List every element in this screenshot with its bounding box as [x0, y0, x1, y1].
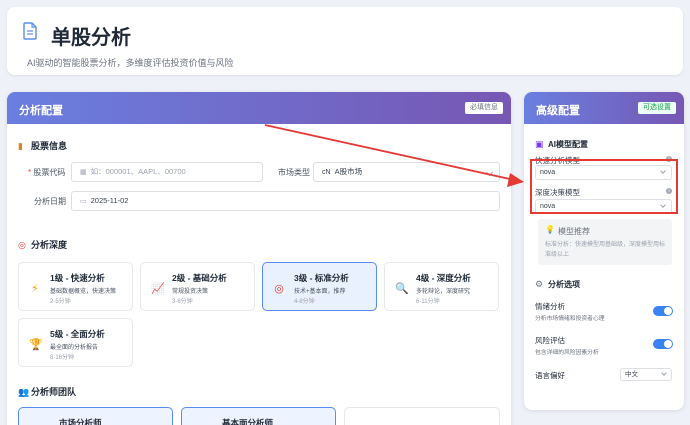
model-recommendation-title: 模型推荐 [558, 227, 590, 236]
gear-icon: ⚙ [535, 279, 544, 289]
annotation-highlight-box [530, 159, 678, 214]
depth-card-level-1[interactable]: ⚡ 1级 - 快速分析 基础数据概览，快速决策 2-5分钟 [18, 262, 133, 311]
chevron-down-icon [485, 168, 494, 177]
depth-card-time: 6-11分钟 [416, 299, 440, 305]
advanced-config-header: 高级配置 可选设置 [524, 92, 684, 124]
ai-model-section-label: AI模型配置 [548, 140, 588, 149]
robot-icon: ▣ [535, 139, 544, 149]
page-subtitle: AI驱动的智能股票分析，多维度评估投资价值与风险 [27, 58, 234, 68]
analysis-config-header: 分析配置 必填信息 [7, 92, 511, 124]
market-type-value: A股市场 [334, 167, 363, 176]
stock-info-label: 股票信息 [31, 141, 68, 151]
depth-card-title: 5级 - 全面分析 [50, 329, 105, 339]
ai-model-section-title: ▣ AI模型配置 [535, 139, 588, 150]
team-card-title: 市场分析师 [59, 418, 102, 425]
options-section-label: 分析选项 [548, 280, 580, 289]
bar-chart-icon: ▮ [18, 141, 23, 151]
depth-card-desc: 最全面的分析报告 [50, 345, 99, 351]
advanced-config-title: 高级配置 [536, 105, 580, 117]
page-header: 单股分析 AI驱动的智能股票分析，多维度评估投资价值与风险 [7, 7, 683, 75]
sentiment-toggle[interactable] [653, 306, 673, 316]
language-label: 语言偏好 [535, 371, 565, 380]
chart-icon: 📈 [151, 283, 165, 295]
analysis-config-title: 分析配置 [19, 105, 63, 117]
lightning-icon: ⚡ [31, 283, 39, 295]
trophy-icon: 🏆 [29, 339, 43, 351]
lightbulb-icon: 💡 [545, 225, 555, 234]
page-title: 单股分析 [51, 27, 131, 49]
stock-info-section-title: ▮ 股票信息 [18, 139, 67, 152]
target-icon: ◎ [18, 240, 26, 250]
depth-card-desc: 常规投资决策 [172, 289, 209, 295]
analysis-date-value: 2025-11-02 [90, 196, 129, 205]
risk-title: 风险评估 [535, 336, 565, 345]
depth-card-title: 3级 - 标准分析 [294, 273, 349, 283]
team-section-label: 分析师团队 [31, 387, 77, 397]
target-icon: ◎ [274, 283, 284, 295]
stock-code-label-text: 股票代码 [33, 168, 66, 177]
team-card-title: 基本面分析师 [222, 418, 274, 425]
team-card-fundamental[interactable]: 基本面分析师 [181, 407, 336, 425]
toggle-knob [664, 340, 672, 348]
depth-card-desc: 基础数据概览，快速决策 [50, 289, 117, 295]
model-recommendation-box: 💡 模型推荐 标准分析：快速模型用基础级，深度模型用标准级以上 [538, 219, 672, 265]
language-value: 中文 [625, 371, 638, 378]
depth-card-level-2[interactable]: 📈 2级 - 基础分析 常规投资决策 3-6分钟 [140, 262, 255, 311]
depth-card-title: 4级 - 深度分析 [416, 273, 471, 283]
analysis-config-panel: 分析配置 必填信息 ▮ 股票信息 * 股票代码 ▦ 如：000001、AAPL、00… [7, 92, 511, 425]
risk-desc: 包含详细的风险因素分析 [535, 350, 599, 356]
depth-card-time: 8-16分钟 [50, 355, 75, 361]
depth-section-title: ◎ 分析深度 [18, 238, 67, 251]
team-icon: 👥 [18, 387, 30, 397]
team-section-title: 👥 分析师团队 [18, 385, 76, 398]
depth-card-desc: 多轮辩论，深度研究 [416, 289, 471, 295]
depth-section-label: 分析深度 [31, 240, 68, 250]
depth-card-level-4[interactable]: 🔍 4级 - 深度分析 多轮辩论，深度研究 6-11分钟 [384, 262, 499, 311]
market-flag-icon: cN [322, 169, 331, 176]
depth-card-time: 2-5分钟 [50, 299, 71, 305]
advanced-config-panel: 高级配置 可选设置 ▣ AI模型配置 快速分析模型 i nova 深度决策模型 i… [524, 92, 684, 410]
required-badge: 必填信息 [465, 102, 503, 114]
model-recommendation-text: 标准分析：快速模型用基础级，深度模型用标准级以上 [545, 242, 666, 258]
team-card-other[interactable] [344, 407, 500, 425]
calendar-icon: ▭ [80, 198, 87, 205]
sentiment-title: 情绪分析 [535, 302, 565, 311]
optional-badge: 可选设置 [638, 102, 676, 114]
document-icon [23, 22, 37, 40]
magnifier-icon: 🔍 [395, 283, 409, 295]
team-card-market[interactable]: 市场分析师 [18, 407, 173, 425]
stock-code-placeholder: 如：000001、AAPL、00700 [90, 167, 186, 176]
depth-card-time: 4-8分钟 [294, 299, 315, 305]
stock-code-input[interactable]: ▦ 如：000001、AAPL、00700 [71, 162, 263, 182]
market-type-label: 市场类型 [278, 168, 310, 177]
search-icon: ▦ [80, 169, 87, 176]
stock-code-label: * 股票代码 [28, 168, 66, 177]
market-type-select[interactable]: cN A股市场 [313, 162, 500, 182]
depth-card-level-5[interactable]: 🏆 5级 - 全面分析 最全面的分析报告 8-16分钟 [18, 318, 133, 367]
depth-card-time: 3-6分钟 [172, 299, 193, 305]
depth-card-level-3[interactable]: ◎ 3级 - 标准分析 技术+基本面，推荐 4-8分钟 [262, 262, 377, 311]
risk-toggle[interactable] [653, 339, 673, 349]
sentiment-desc: 分析市场情绪和投资者心理 [535, 316, 605, 322]
chevron-down-icon [661, 370, 667, 376]
language-select[interactable]: 中文 [620, 368, 672, 381]
options-section-title: ⚙ 分析选项 [535, 279, 580, 290]
analysis-date-input[interactable]: ▭ 2025-11-02 [71, 191, 500, 211]
depth-card-title: 1级 - 快速分析 [50, 273, 105, 283]
toggle-knob [664, 307, 672, 315]
depth-card-desc: 技术+基本面，推荐 [294, 289, 346, 295]
analysis-date-label: 分析日期 [34, 197, 66, 206]
depth-card-title: 2级 - 基础分析 [172, 273, 227, 283]
